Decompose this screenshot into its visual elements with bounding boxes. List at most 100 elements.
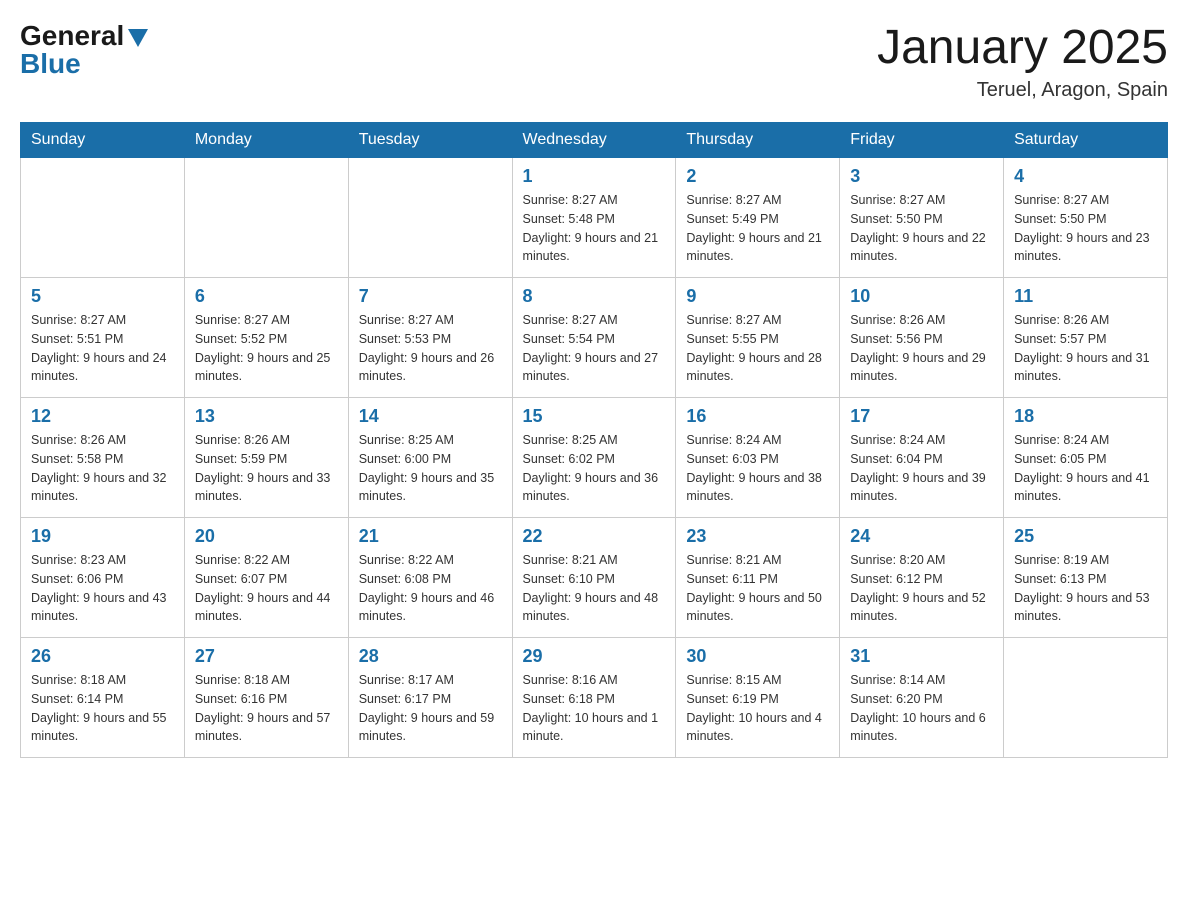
calendar-week-row: 26 Sunrise: 8:18 AMSunset: 6:14 PMDayligh… — [21, 638, 1168, 758]
day-of-week-header: Tuesday — [348, 123, 512, 158]
logo-triangle-icon — [128, 29, 148, 47]
day-number: 18 — [1014, 406, 1157, 427]
logo: General Blue — [20, 20, 148, 80]
day-info: Sunrise: 8:26 AMSunset: 5:58 PMDaylight:… — [31, 431, 174, 506]
day-info: Sunrise: 8:27 AMSunset: 5:48 PMDaylight:… — [523, 191, 666, 266]
day-number: 4 — [1014, 166, 1157, 187]
day-number: 28 — [359, 646, 502, 667]
day-number: 7 — [359, 286, 502, 307]
calendar-cell: 10Sunrise: 8:26 AMSunset: 5:56 PMDayligh… — [840, 278, 1004, 398]
calendar-week-row: 12 Sunrise: 8:26 AMSunset: 5:58 PMDayligh… — [21, 398, 1168, 518]
calendar-cell: 26 Sunrise: 8:18 AMSunset: 6:14 PMDayligh… — [21, 638, 185, 758]
day-of-week-header: Saturday — [1004, 123, 1168, 158]
day-number: 31 — [850, 646, 993, 667]
day-info: Sunrise: 8:19 AMSunset: 6:13 PMDaylight:… — [1014, 551, 1157, 626]
day-info: Sunrise: 8:27 AMSunset: 5:51 PMDaylight:… — [31, 311, 174, 386]
day-info: Sunrise: 8:22 AMSunset: 6:08 PMDaylight:… — [359, 551, 502, 626]
calendar-cell: 28 Sunrise: 8:17 AMSunset: 6:17 PMDayligh… — [348, 638, 512, 758]
calendar-cell: 30 Sunrise: 8:15 AMSunset: 6:19 PMDayligh… — [676, 638, 840, 758]
calendar-cell: 21 Sunrise: 8:22 AMSunset: 6:08 PMDayligh… — [348, 518, 512, 638]
day-info: Sunrise: 8:26 AMSunset: 5:57 PMDaylight:… — [1014, 311, 1157, 386]
calendar-cell: 25 Sunrise: 8:19 AMSunset: 6:13 PMDayligh… — [1004, 518, 1168, 638]
day-number: 10 — [850, 286, 993, 307]
day-info: Sunrise: 8:27 AMSunset: 5:50 PMDaylight:… — [1014, 191, 1157, 266]
logo-blue-text: Blue — [20, 48, 81, 80]
calendar-cell: 9 Sunrise: 8:27 AMSunset: 5:55 PMDaylight… — [676, 278, 840, 398]
calendar-cell: 27Sunrise: 8:18 AMSunset: 6:16 PMDayligh… — [184, 638, 348, 758]
day-number: 6 — [195, 286, 338, 307]
day-number: 3 — [850, 166, 993, 187]
day-info: Sunrise: 8:25 AMSunset: 6:00 PMDaylight:… — [359, 431, 502, 506]
day-number: 12 — [31, 406, 174, 427]
day-info: Sunrise: 8:22 AMSunset: 6:07 PMDaylight:… — [195, 551, 338, 626]
calendar-cell: 6 Sunrise: 8:27 AMSunset: 5:52 PMDaylight… — [184, 278, 348, 398]
calendar-cell: 14 Sunrise: 8:25 AMSunset: 6:00 PMDayligh… — [348, 398, 512, 518]
calendar-cell: 8 Sunrise: 8:27 AMSunset: 5:54 PMDaylight… — [512, 278, 676, 398]
day-of-week-header: Friday — [840, 123, 1004, 158]
day-info: Sunrise: 8:20 AMSunset: 6:12 PMDaylight:… — [850, 551, 993, 626]
title-area: January 2025 Teruel, Aragon, Spain — [877, 20, 1168, 102]
day-info: Sunrise: 8:15 AMSunset: 6:19 PMDaylight:… — [686, 671, 829, 746]
calendar-header-row: SundayMondayTuesdayWednesdayThursdayFrid… — [21, 123, 1168, 158]
day-number: 13 — [195, 406, 338, 427]
day-number: 22 — [523, 526, 666, 547]
day-number: 19 — [31, 526, 174, 547]
day-number: 29 — [523, 646, 666, 667]
day-of-week-header: Monday — [184, 123, 348, 158]
day-number: 24 — [850, 526, 993, 547]
day-number: 8 — [523, 286, 666, 307]
calendar-cell — [184, 158, 348, 278]
calendar-cell: 20 Sunrise: 8:22 AMSunset: 6:07 PMDayligh… — [184, 518, 348, 638]
day-info: Sunrise: 8:18 AMSunset: 6:14 PMDaylight:… — [31, 671, 174, 746]
day-number: 25 — [1014, 526, 1157, 547]
calendar-cell: 24 Sunrise: 8:20 AMSunset: 6:12 PMDayligh… — [840, 518, 1004, 638]
calendar-cell: 29 Sunrise: 8:16 AMSunset: 6:18 PMDayligh… — [512, 638, 676, 758]
day-number: 30 — [686, 646, 829, 667]
day-number: 20 — [195, 526, 338, 547]
calendar-cell: 18Sunrise: 8:24 AMSunset: 6:05 PMDayligh… — [1004, 398, 1168, 518]
day-number: 14 — [359, 406, 502, 427]
calendar-cell: 1 Sunrise: 8:27 AMSunset: 5:48 PMDaylight… — [512, 158, 676, 278]
day-info: Sunrise: 8:16 AMSunset: 6:18 PMDaylight:… — [523, 671, 666, 746]
calendar-cell: 13 Sunrise: 8:26 AMSunset: 5:59 PMDayligh… — [184, 398, 348, 518]
day-number: 5 — [31, 286, 174, 307]
day-number: 23 — [686, 526, 829, 547]
day-number: 27 — [195, 646, 338, 667]
day-info: Sunrise: 8:21 AMSunset: 6:11 PMDaylight:… — [686, 551, 829, 626]
day-info: Sunrise: 8:21 AMSunset: 6:10 PMDaylight:… — [523, 551, 666, 626]
day-of-week-header: Thursday — [676, 123, 840, 158]
calendar-week-row: 19 Sunrise: 8:23 AMSunset: 6:06 PMDayligh… — [21, 518, 1168, 638]
day-info: Sunrise: 8:24 AMSunset: 6:04 PMDaylight:… — [850, 431, 993, 506]
day-number: 26 — [31, 646, 174, 667]
calendar-title: January 2025 — [877, 20, 1168, 75]
day-info: Sunrise: 8:27 AMSunset: 5:49 PMDaylight:… — [686, 191, 829, 266]
calendar-cell — [21, 158, 185, 278]
calendar-cell: 16 Sunrise: 8:24 AMSunset: 6:03 PMDayligh… — [676, 398, 840, 518]
calendar-cell: 2 Sunrise: 8:27 AMSunset: 5:49 PMDaylight… — [676, 158, 840, 278]
day-number: 9 — [686, 286, 829, 307]
day-info: Sunrise: 8:27 AMSunset: 5:50 PMDaylight:… — [850, 191, 993, 266]
day-info: Sunrise: 8:27 AMSunset: 5:55 PMDaylight:… — [686, 311, 829, 386]
calendar-cell: 31 Sunrise: 8:14 AMSunset: 6:20 PMDayligh… — [840, 638, 1004, 758]
day-number: 21 — [359, 526, 502, 547]
day-number: 1 — [523, 166, 666, 187]
day-number: 16 — [686, 406, 829, 427]
day-number: 15 — [523, 406, 666, 427]
day-info: Sunrise: 8:26 AMSunset: 5:59 PMDaylight:… — [195, 431, 338, 506]
day-info: Sunrise: 8:24 AMSunset: 6:03 PMDaylight:… — [686, 431, 829, 506]
day-info: Sunrise: 8:17 AMSunset: 6:17 PMDaylight:… — [359, 671, 502, 746]
calendar-cell: 12 Sunrise: 8:26 AMSunset: 5:58 PMDayligh… — [21, 398, 185, 518]
calendar-cell: 22 Sunrise: 8:21 AMSunset: 6:10 PMDayligh… — [512, 518, 676, 638]
calendar-cell — [1004, 638, 1168, 758]
calendar-week-row: 5 Sunrise: 8:27 AMSunset: 5:51 PMDaylight… — [21, 278, 1168, 398]
day-info: Sunrise: 8:14 AMSunset: 6:20 PMDaylight:… — [850, 671, 993, 746]
day-info: Sunrise: 8:25 AMSunset: 6:02 PMDaylight:… — [523, 431, 666, 506]
calendar-week-row: 1 Sunrise: 8:27 AMSunset: 5:48 PMDaylight… — [21, 158, 1168, 278]
calendar-cell: 7Sunrise: 8:27 AMSunset: 5:53 PMDaylight… — [348, 278, 512, 398]
day-number: 2 — [686, 166, 829, 187]
day-info: Sunrise: 8:27 AMSunset: 5:52 PMDaylight:… — [195, 311, 338, 386]
page-header: General Blue January 2025 Teruel, Aragon… — [20, 20, 1168, 102]
day-info: Sunrise: 8:27 AMSunset: 5:54 PMDaylight:… — [523, 311, 666, 386]
calendar-cell: 4 Sunrise: 8:27 AMSunset: 5:50 PMDaylight… — [1004, 158, 1168, 278]
day-info: Sunrise: 8:23 AMSunset: 6:06 PMDaylight:… — [31, 551, 174, 626]
